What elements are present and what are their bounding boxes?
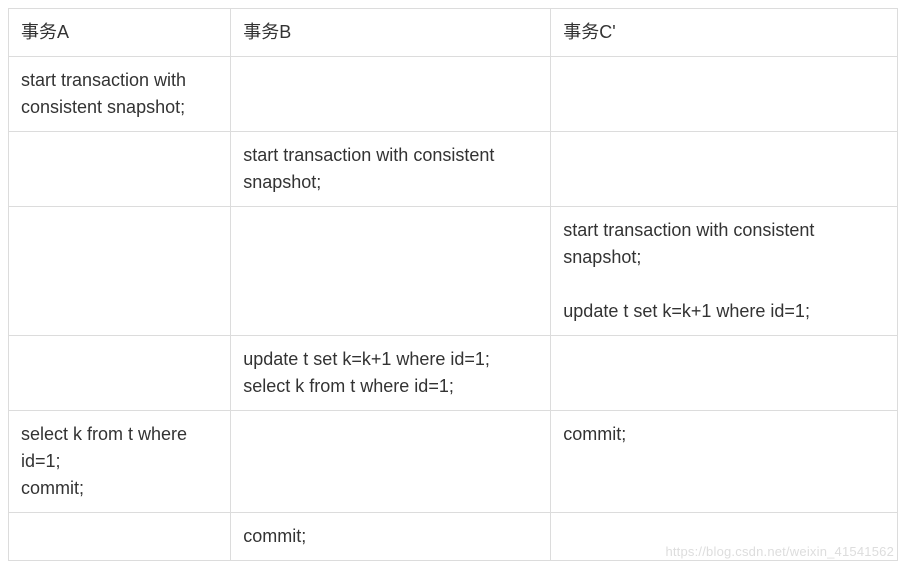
table-row: select k from t where id=1; commit; comm… bbox=[9, 411, 898, 513]
cell-b: update t set k=k+1 where id=1; select k … bbox=[231, 336, 551, 411]
cell-b bbox=[231, 207, 551, 336]
cell-c: start transaction with consistent snapsh… bbox=[551, 207, 898, 336]
cell-a bbox=[9, 513, 231, 561]
table-header-row: 事务A 事务B 事务C' bbox=[9, 9, 898, 57]
cell-c: commit; bbox=[551, 411, 898, 513]
header-col-c: 事务C' bbox=[551, 9, 898, 57]
table-row: start transaction with consistent snapsh… bbox=[9, 132, 898, 207]
table-row: start transaction with consistent snapsh… bbox=[9, 207, 898, 336]
header-col-a: 事务A bbox=[9, 9, 231, 57]
cell-c bbox=[551, 132, 898, 207]
cell-b: start transaction with consistent snapsh… bbox=[231, 132, 551, 207]
cell-a: start transaction with consistent snapsh… bbox=[9, 57, 231, 132]
header-col-b: 事务B bbox=[231, 9, 551, 57]
transaction-table: 事务A 事务B 事务C' start transaction with cons… bbox=[8, 8, 898, 561]
table-row: update t set k=k+1 where id=1; select k … bbox=[9, 336, 898, 411]
cell-a bbox=[9, 336, 231, 411]
cell-c bbox=[551, 57, 898, 132]
cell-c bbox=[551, 336, 898, 411]
cell-a: select k from t where id=1; commit; bbox=[9, 411, 231, 513]
table-row: commit; bbox=[9, 513, 898, 561]
cell-a bbox=[9, 132, 231, 207]
cell-b bbox=[231, 411, 551, 513]
cell-b: commit; bbox=[231, 513, 551, 561]
cell-b bbox=[231, 57, 551, 132]
cell-c bbox=[551, 513, 898, 561]
table-row: start transaction with consistent snapsh… bbox=[9, 57, 898, 132]
cell-a bbox=[9, 207, 231, 336]
